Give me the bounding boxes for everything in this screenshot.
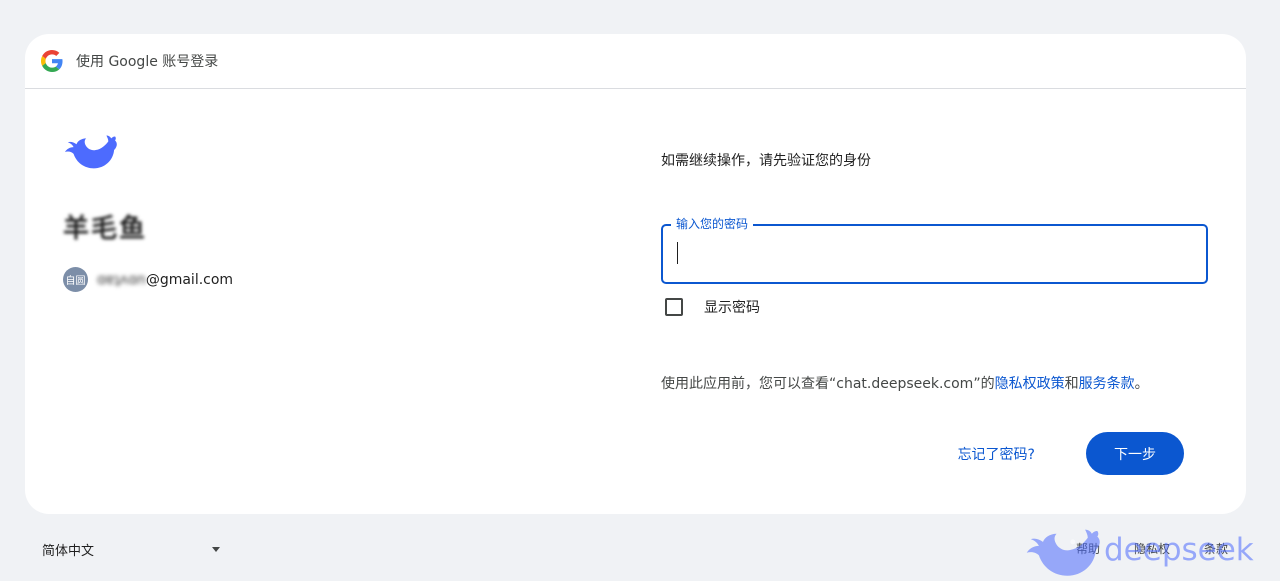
terms-of-service-link[interactable]: 服务条款 [1079, 376, 1135, 392]
language-select[interactable]: 简体中文 [42, 540, 220, 559]
form-actions: 忘记了密码? 下一步 [958, 432, 1184, 475]
account-display-name: 羊毛鱼 [63, 214, 148, 244]
policy-text: 使用此应用前，您可以查看“chat.deepseek.com”的隐私权政策和服务… [661, 373, 1209, 393]
password-input[interactable] [663, 226, 1206, 282]
deepseek-whale-icon [64, 135, 117, 169]
avatar: 自圆 [63, 267, 88, 292]
show-password-checkbox[interactable] [665, 298, 683, 316]
footer-privacy-link[interactable]: 隐私权 [1134, 540, 1170, 557]
language-select-value: 简体中文 [42, 544, 95, 559]
privacy-policy-link[interactable]: 隐私权政策 [995, 376, 1065, 392]
next-button[interactable]: 下一步 [1086, 432, 1184, 475]
text-caret [677, 242, 678, 264]
dropdown-arrow-icon [212, 547, 220, 552]
show-password-row[interactable]: 显示密码 [661, 297, 1209, 317]
policy-prefix: 使用此应用前，您可以查看“chat.deepseek.com”的 [661, 376, 995, 392]
policy-suffix: 。 [1134, 376, 1149, 392]
email-masked-part: ɑɐʇʌɑn [97, 271, 146, 288]
account-email: ɑɐʇʌɑn@gmail.com [97, 272, 233, 288]
account-panel: 羊毛鱼 自圆 ɑɐʇʌɑn@gmail.com [63, 130, 563, 292]
password-field[interactable]: 输入您的密码 [661, 215, 1208, 284]
forgot-password-link[interactable]: 忘记了密码? [958, 444, 1035, 464]
google-g-icon [41, 50, 63, 72]
show-password-label[interactable]: 显示密码 [704, 297, 760, 317]
email-domain: @gmail.com [145, 271, 234, 288]
signin-card: 使用 Google 账号登录 羊毛鱼 自圆 ɑɐʇʌɑn@gmail.com 如… [25, 34, 1246, 514]
password-panel: 如需继续操作，请先验证您的身份 输入您的密码 显示密码 使用此应用前，您可以查看… [661, 130, 1209, 393]
footer-links: 帮助 隐私权 条款 [1076, 540, 1228, 557]
policy-and: 和 [1064, 376, 1079, 392]
card-header: 使用 Google 账号登录 [25, 34, 1246, 89]
account-chip[interactable]: 自圆 ɑɐʇʌɑn@gmail.com [63, 267, 563, 292]
footer-terms-link[interactable]: 条款 [1204, 540, 1228, 557]
verify-identity-text: 如需继续操作，请先验证您的身份 [661, 153, 871, 169]
header-title: 使用 Google 账号登录 [76, 54, 219, 70]
footer-help-link[interactable]: 帮助 [1076, 540, 1100, 557]
footer: 简体中文 帮助 隐私权 条款 [0, 530, 1280, 564]
